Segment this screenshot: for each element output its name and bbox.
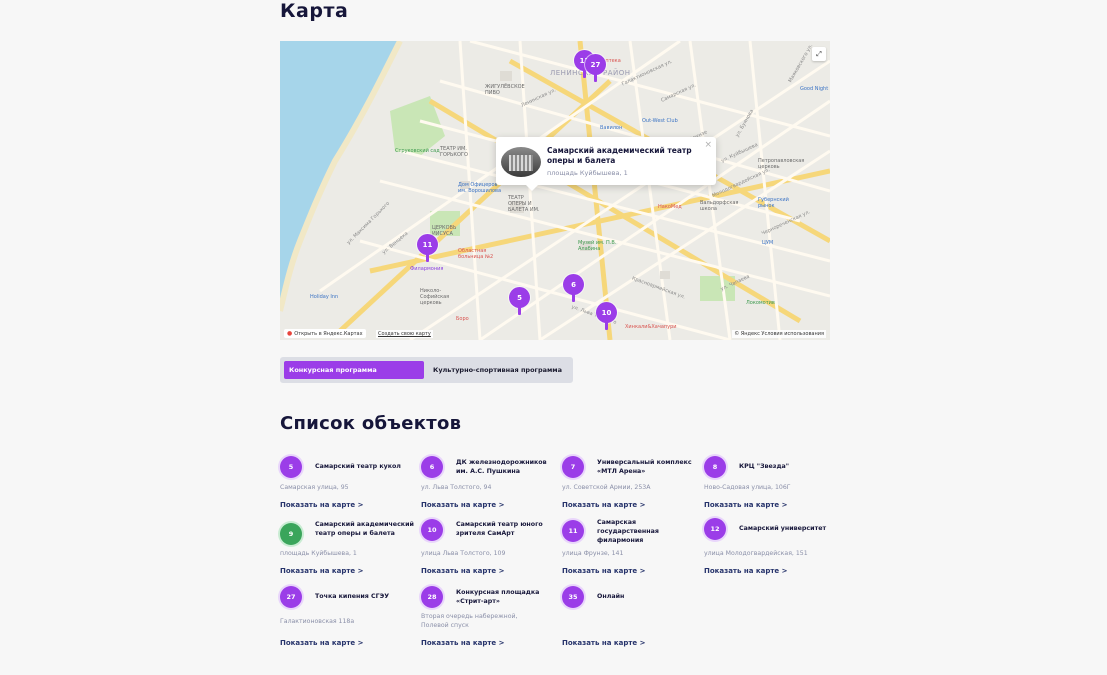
object-name: Онлайн — [597, 593, 625, 601]
object-address: ул. Льва Толстого, 94 — [421, 484, 492, 491]
popup-address: площадь Куйбышева, 1 — [547, 169, 628, 177]
popup-thumbnail — [501, 147, 541, 177]
object-name: Конкурсная площадка «Стрит-арт» — [456, 588, 540, 605]
objects-list-title: Список объектов — [280, 413, 462, 434]
show-on-map-link[interactable]: Показать на карте > — [562, 501, 645, 509]
map-label-museum: Музей им. П.В. Алабина — [578, 240, 617, 252]
show-on-map-link[interactable]: Показать на карте > — [421, 501, 504, 509]
object-number-badge: 9 — [280, 523, 302, 545]
map-base — [280, 41, 830, 340]
map-pin[interactable]: 11 — [417, 234, 438, 263]
object-name: ДК железнодорожников им. А.С. Пушкина — [456, 458, 547, 475]
show-on-map-link[interactable]: Показать на карте > — [562, 567, 645, 575]
map-label-filarm: Филармония — [410, 266, 444, 272]
program-tabs: Конкурсная программа Культурно-спортивна… — [280, 357, 573, 383]
object-address: площадь Куйбышева, 1 — [280, 550, 357, 557]
map-label-holiday: Holiday Inn — [310, 294, 339, 300]
map-pin[interactable]: 10 — [596, 302, 617, 331]
map-label-nakomed: НакоМед — [658, 204, 682, 210]
pin-number: 10 — [596, 302, 617, 323]
object-number-badge: 8 — [704, 456, 726, 478]
show-on-map-link[interactable]: Показать на карте > — [280, 501, 363, 509]
object-number-badge: 28 — [421, 586, 443, 608]
object-number-badge: 11 — [562, 520, 584, 542]
object-address: Галактионовская 118а — [280, 618, 355, 625]
object-address: ул. Советской Армии, 253А — [562, 484, 651, 491]
object-number-badge: 6 — [421, 456, 443, 478]
object-address: Ново-Садовая улица, 106Г — [704, 484, 791, 491]
show-on-map-link[interactable]: Показать на карте > — [562, 639, 645, 647]
pin-stem — [594, 73, 597, 82]
object-address: улица Фрунзе, 141 — [562, 550, 624, 557]
map-label-goodnight: Good Night — [800, 86, 829, 92]
map-footer: ● Открыть в Яндекс.Картах Создать свою к… — [280, 328, 830, 340]
object-number-badge: 10 — [421, 519, 443, 541]
map-pin[interactable]: 6 — [563, 274, 584, 303]
pin-stem — [518, 306, 521, 315]
object-name: Самарский университет — [739, 525, 827, 533]
pin-stem — [572, 293, 575, 302]
object-number-badge: 35 — [562, 586, 584, 608]
object-number-badge: 5 — [280, 456, 302, 478]
object-name: Самарская государственная филармония — [597, 519, 659, 545]
close-icon[interactable]: × — [704, 140, 712, 150]
map-label-zhig: ЖИГУЛЁВСКОЕ ПИВО — [485, 84, 525, 96]
show-on-map-link[interactable]: Показать на карте > — [421, 567, 504, 575]
map-label-bakul: Вавилон — [600, 125, 623, 131]
pin-number: 5 — [509, 287, 530, 308]
object-name: Самарский театр кукол — [315, 463, 401, 471]
map-label-teatr-opera: ТЕАТР ОПЕРЫ И БАЛЕТА ИМ. — [508, 195, 540, 213]
map-pin[interactable]: 5 — [509, 287, 530, 316]
pin-stem — [426, 253, 429, 262]
map-label-dom-ofic: Дом Офицеров им. Ворошилова — [458, 182, 502, 194]
object-name: Точка кипения СГЭУ — [315, 593, 390, 601]
map-label-struk: Струковский сад — [395, 148, 440, 154]
object-number-badge: 27 — [280, 586, 302, 608]
pin-number: 11 — [417, 234, 438, 255]
tab-competition[interactable]: Конкурсная программа — [284, 361, 424, 379]
object-address: улица Молодогвардейская, 151 — [704, 550, 808, 557]
open-yandex-label: Открыть в Яндекс.Картах — [294, 330, 363, 337]
map-label-teatr-gork: ТЕАТР ИМ. ГОРЬКОГО — [440, 146, 468, 158]
page-title: Карта — [280, 0, 349, 22]
open-yandex-link[interactable]: ● Открыть в Яндекс.Картах — [284, 329, 366, 338]
object-address: Вторая очередь набережной, Полевой спуск — [421, 613, 518, 630]
pin-number: 27 — [585, 54, 606, 75]
popup-title: Самарский академический театр оперы и ба… — [547, 146, 692, 165]
object-address: Самарская улица, 95 — [280, 484, 349, 491]
fullscreen-icon[interactable]: ⤢ — [812, 47, 826, 61]
map-label-gub: Губернский рынок — [758, 197, 789, 209]
map-label-loc: Локомотив — [746, 300, 775, 306]
map-label-nikolo: Николо-Софийская церковь — [420, 288, 450, 306]
object-number-badge: 12 — [704, 518, 726, 540]
map-label-bolnica: Областная больница №2 — [458, 248, 494, 260]
object-address: улица Льва Толстого, 109 — [421, 550, 506, 557]
show-on-map-link[interactable]: Показать на карте > — [704, 567, 787, 575]
map-label-bor: Боро — [456, 316, 469, 322]
create-map-link[interactable]: Создать свою карту — [376, 330, 433, 338]
show-on-map-link[interactable]: Показать на карте > — [280, 567, 363, 575]
object-name: КРЦ "Звезда" — [739, 463, 790, 471]
map-pin[interactable]: 27 — [585, 54, 606, 83]
object-name: Универсальный комплекс «МТЛ Арена» — [597, 458, 692, 475]
object-name: Самарский академический театр оперы и ба… — [315, 520, 414, 537]
map-label-valdorf: Вальдорфская школа — [700, 200, 739, 212]
map-label-tsum: ЦУМ — [762, 240, 774, 246]
yandex-copyright[interactable]: © Яндекс Условия использования — [732, 330, 826, 338]
pin-number: 6 — [563, 274, 584, 295]
object-name: Самарский театр юного зрителя СамАрт — [456, 520, 543, 537]
show-on-map-link[interactable]: Показать на карте > — [421, 639, 504, 647]
show-on-map-link[interactable]: Показать на карте > — [704, 501, 787, 509]
tab-culture-sport[interactable]: Культурно-спортивная программа — [428, 361, 567, 379]
map-marker-icon: ● — [287, 330, 293, 337]
show-on-map-link[interactable]: Показать на карте > — [280, 639, 363, 647]
map-popup: Самарский академический театр оперы и ба… — [496, 137, 716, 191]
map[interactable]: ЛЕНИНСКИЙ РАЙОН ЖИГУЛЁВСКОЕ ПИВО Струков… — [280, 41, 830, 340]
object-number-badge: 7 — [562, 456, 584, 478]
map-label-oneclub: Out-West Club — [642, 118, 678, 124]
